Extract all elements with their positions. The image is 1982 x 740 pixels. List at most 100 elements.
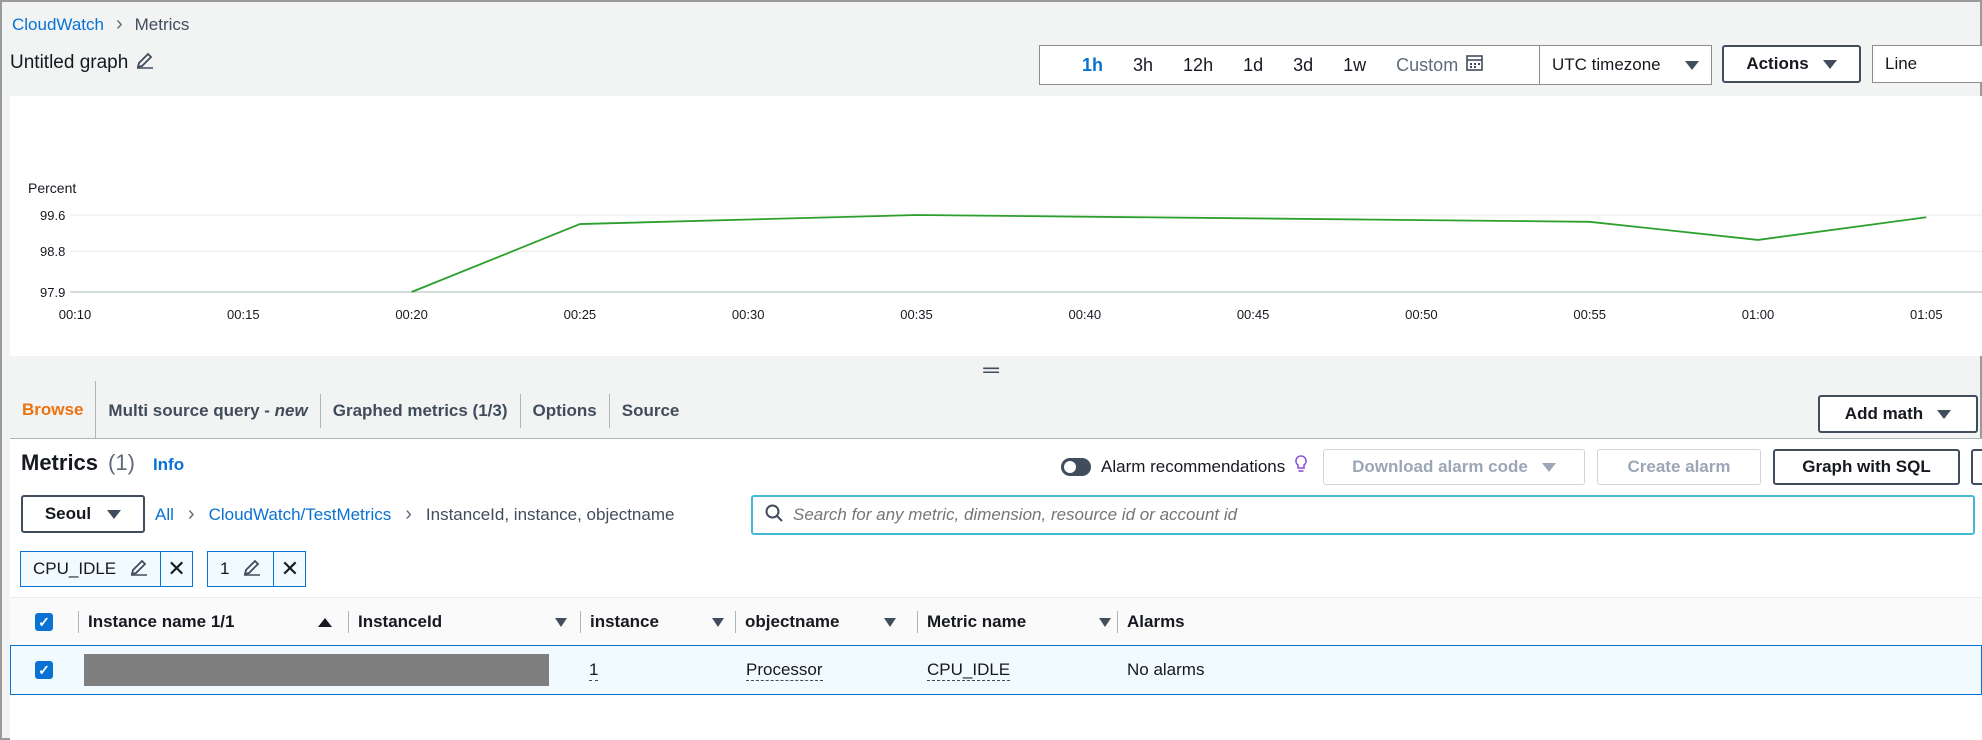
graph-title: Untitled graph	[10, 52, 129, 73]
x-tick-label: 00:15	[227, 307, 260, 322]
sort-icon	[555, 617, 567, 627]
table-header: ✓ Instance name 1/1 InstanceId instance …	[10, 597, 1982, 645]
actions-button[interactable]: Actions	[1722, 45, 1861, 83]
edit-title-icon[interactable]	[136, 51, 154, 75]
caret-down-icon	[1541, 462, 1556, 472]
tab-multi-source-query[interactable]: Multi source query - new	[96, 394, 321, 428]
row-checkbox[interactable]: ✓	[35, 646, 53, 694]
col-instance-label: instance	[590, 612, 659, 631]
metrics-count: (1)	[108, 450, 135, 475]
select-all-checkbox[interactable]: ✓	[35, 598, 53, 646]
row-alarms: No alarms	[1127, 646, 1204, 694]
overflow-button[interactable]	[1971, 449, 1982, 485]
remove-token-close-icon[interactable]: ✕	[160, 552, 192, 586]
time-range-3h[interactable]: 3h	[1118, 55, 1168, 76]
dimensions-current: InstanceId, instance, objectname	[425, 504, 675, 524]
tab-options[interactable]: Options	[521, 394, 610, 428]
create-alarm-button[interactable]: Create alarm	[1597, 449, 1761, 485]
actions-label: Actions	[1746, 54, 1809, 73]
time-range-1d[interactable]: 1d	[1228, 55, 1278, 76]
y-tick-label: 97.9	[40, 285, 65, 300]
breadcrumb-cloudwatch-link[interactable]: CloudWatch	[12, 15, 104, 35]
sort-icon	[1099, 617, 1111, 627]
graph-type-select[interactable]: Line	[1872, 45, 1982, 83]
row-objectname[interactable]: Processor	[746, 646, 823, 694]
col-alarms-label: Alarms	[1127, 612, 1185, 631]
chevron-right-icon: ›	[187, 503, 195, 525]
tab-new-badge: new	[274, 401, 308, 420]
y-tick-label: 99.6	[40, 208, 65, 223]
sort-ascending-icon	[318, 617, 332, 627]
row-instance[interactable]: 1	[589, 646, 599, 694]
column-divider	[78, 611, 79, 633]
calendar-icon	[1466, 54, 1483, 76]
col-alarms: Alarms	[1117, 598, 1327, 646]
region-value: Seoul	[44, 504, 92, 523]
info-link[interactable]: Info	[153, 455, 184, 475]
filter-token-value: 1	[220, 559, 230, 578]
col-objectname[interactable]: objectname	[735, 598, 902, 646]
column-divider	[1117, 611, 1118, 633]
search-input[interactable]	[793, 505, 1943, 525]
row-metric-name-value: CPU_IDLE	[927, 659, 1011, 681]
col-instance-name[interactable]: Instance name 1/1	[78, 598, 338, 646]
graph-with-sql-button[interactable]: Graph with SQL	[1773, 449, 1960, 485]
line-chart: Percent 97.9 98.8 99.6 00:10 00:15 00:20 00:25 0…	[28, 180, 1982, 322]
namespace-link[interactable]: CloudWatch/TestMetrics	[209, 505, 392, 525]
col-instance-id-label: InstanceId	[358, 612, 443, 631]
tab-graphed-metrics[interactable]: Graphed metrics (1/3)	[321, 394, 521, 428]
time-range-1w[interactable]: 1w	[1328, 55, 1381, 76]
column-divider	[917, 611, 918, 633]
lightbulb-icon[interactable]	[1295, 455, 1307, 478]
x-tick-label: 00:40	[1069, 307, 1102, 322]
breadcrumb-chevron-icon: ›	[115, 13, 123, 35]
col-instance[interactable]: instance	[580, 598, 730, 646]
filter-token-metric: CPU_IDLE ✕	[20, 551, 194, 587]
x-tick-label: 00:55	[1573, 307, 1606, 322]
col-metric-name-label: Metric name	[927, 612, 1027, 631]
time-range-1h[interactable]: 1h	[1040, 55, 1118, 76]
chart-container: Percent 97.9 98.8 99.6 00:10 00:15 00:20 00:25 0…	[10, 96, 1982, 356]
resize-handle[interactable]: ═	[0, 356, 1982, 384]
tab-bar: Browse Multi source query - new Graphed …	[10, 380, 692, 442]
caret-down-icon	[1937, 409, 1952, 419]
breadcrumb-current: Metrics	[134, 14, 190, 34]
search-icon	[765, 504, 783, 527]
breadcrumb: CloudWatch › Metrics	[12, 13, 189, 36]
tab-browse[interactable]: Browse	[10, 380, 97, 442]
caret-down-icon	[1685, 60, 1699, 70]
graph-with-sql-label: Graph with SQL	[1802, 457, 1931, 476]
time-range-12h[interactable]: 12h	[1168, 55, 1228, 76]
row-instance-value: 1	[589, 659, 599, 681]
x-tick-label: 00:30	[732, 307, 765, 322]
chevron-right-icon: ›	[405, 503, 412, 525]
x-tick-label: 00:50	[1405, 307, 1438, 322]
edit-token-icon[interactable]	[243, 558, 261, 581]
tab-source[interactable]: Source	[610, 394, 692, 428]
edit-token-icon[interactable]	[130, 558, 148, 581]
table-row[interactable]: ✓ 1 Processor CPU_IDLE No alarms	[10, 645, 1982, 695]
add-math-button[interactable]: Add math	[1818, 395, 1978, 433]
y-axis-label: Percent	[28, 180, 76, 196]
x-tick-label: 00:25	[564, 307, 597, 322]
metrics-header: Metrics (1) Info	[21, 450, 184, 476]
time-range-custom[interactable]: Custom	[1381, 54, 1498, 76]
x-tick-label: 01:05	[1910, 307, 1943, 322]
column-divider	[348, 611, 349, 633]
namespace-all-link[interactable]: All	[155, 505, 174, 525]
alarm-recommendations-toggle[interactable]	[1061, 457, 1091, 476]
timezone-select[interactable]: UTC timezone	[1539, 45, 1712, 85]
time-range-3d[interactable]: 3d	[1278, 55, 1328, 76]
time-range-selector: 1h 3h 12h 1d 3d 1w Custom	[1039, 45, 1542, 85]
col-instance-id[interactable]: InstanceId	[348, 598, 573, 646]
col-metric-name[interactable]: Metric name	[917, 598, 1117, 646]
namespace-breadcrumb: All › CloudWatch/TestMetrics › InstanceI…	[155, 503, 674, 526]
filter-token-label: 1	[208, 552, 273, 586]
remove-token-close-icon[interactable]: ✕	[273, 552, 305, 586]
y-tick-label: 98.8	[40, 244, 65, 259]
row-objectname-value: Processor	[746, 659, 823, 681]
region-select[interactable]: Seoul	[21, 495, 145, 533]
row-metric-name[interactable]: CPU_IDLE	[927, 646, 1011, 694]
download-alarm-code-button[interactable]: Download alarm code	[1323, 449, 1585, 485]
checkbox-checked-icon: ✓	[35, 613, 53, 631]
